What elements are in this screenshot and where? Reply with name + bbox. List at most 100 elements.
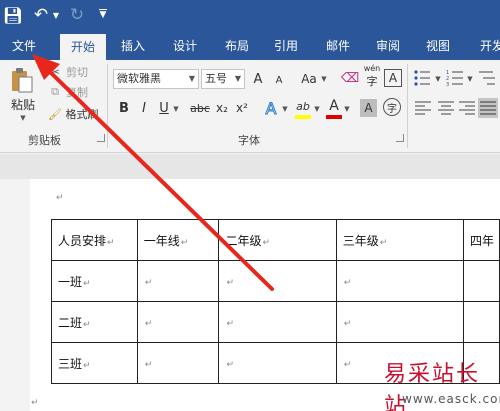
numbering-icon[interactable]: 1 2 3: [446, 69, 466, 87]
underline-dropdown-icon[interactable]: ▼: [172, 100, 180, 118]
tab-insert[interactable]: 插入: [114, 32, 152, 60]
cell-text: 一班: [58, 274, 83, 289]
multilevel-list-icon[interactable]: [477, 69, 497, 87]
align-left-icon[interactable]: [414, 100, 432, 116]
enclose-char-button[interactable]: 字: [383, 98, 401, 116]
paste-icon: [12, 68, 33, 93]
table-cell[interactable]: ↵: [335, 260, 465, 302]
text-effects-dropdown-icon[interactable]: ▼: [281, 100, 289, 118]
phonetic-guide-button[interactable]: wén 字: [361, 64, 383, 88]
font-color-dropdown-icon[interactable]: ▼: [343, 100, 351, 118]
tab-review[interactable]: 审阅: [368, 32, 408, 60]
cell-end-mark: ↵: [144, 319, 153, 329]
clipboard-launcher-icon[interactable]: [97, 134, 105, 142]
cell-end-mark: ↵: [379, 237, 388, 248]
redo-icon[interactable]: ↻: [66, 4, 88, 26]
font-name-combo[interactable]: 微软雅黑 ▼: [113, 69, 199, 89]
shrink-font-button[interactable]: A: [272, 71, 286, 89]
cell-end-mark: ↵: [180, 237, 189, 248]
font-color-swatch: [326, 115, 342, 119]
copy-button[interactable]: 复制: [63, 84, 91, 100]
align-center-icon[interactable]: [437, 100, 455, 116]
change-case-dropdown-icon[interactable]: ▼: [320, 70, 328, 88]
underline-button[interactable]: U: [157, 98, 171, 118]
cell-text: 人员安排: [58, 233, 107, 248]
undo-dropdown-icon[interactable]: ▼: [51, 4, 61, 26]
table-cell[interactable]: [463, 301, 500, 343]
bullets-icon[interactable]: [413, 69, 433, 87]
highlight-button[interactable]: ab: [294, 98, 312, 114]
font-size-combo[interactable]: 五号 ▼: [201, 69, 245, 89]
italic-button[interactable]: I: [137, 98, 151, 118]
cell-end-mark: ↵: [343, 360, 352, 370]
tab-view[interactable]: 视图: [418, 32, 458, 60]
cell-text: 三年级: [342, 233, 379, 248]
table-cell[interactable]: 一年线↵: [136, 219, 220, 261]
save-icon[interactable]: 💾︎: [2, 4, 24, 26]
tab-developer[interactable]: 开发: [472, 32, 500, 60]
cell-end-mark: ↵: [83, 319, 91, 330]
table-cell[interactable]: 三年级↵: [335, 219, 465, 261]
grow-font-button[interactable]: A: [250, 69, 266, 89]
table-cell[interactable]: ↵: [136, 260, 220, 302]
table-cell[interactable]: 四年: [463, 219, 500, 261]
paste-label: 粘贴: [10, 97, 35, 112]
cell-end-mark: ↵: [83, 278, 91, 289]
char-shading-button[interactable]: A: [360, 99, 377, 117]
text-effects-button[interactable]: A: [262, 97, 280, 119]
table-cell[interactable]: ↵: [136, 342, 220, 384]
tab-layout[interactable]: 布局: [218, 32, 256, 60]
paragraph-mark: ↵: [31, 398, 39, 408]
paragraph-mark: ↵: [56, 193, 64, 203]
cell-text: 二年级: [225, 233, 262, 248]
table-cell[interactable]: 三班↵: [51, 342, 138, 384]
customize-qat-icon[interactable]: ▼: [96, 4, 110, 26]
cell-end-mark: ↵: [226, 319, 234, 329]
font-size-value: 五号: [205, 72, 227, 85]
svg-text:3: 3: [446, 82, 449, 87]
cut-button[interactable]: 剪切: [63, 64, 91, 80]
cell-end-mark: ↵: [144, 360, 153, 370]
table-cell[interactable]: 人员安排↵: [51, 219, 138, 261]
tab-design[interactable]: 设计: [166, 32, 204, 60]
paste-button[interactable]: [8, 66, 36, 94]
bullets-dropdown-icon[interactable]: ▼: [434, 71, 442, 87]
bold-button[interactable]: B: [117, 98, 131, 118]
tab-references[interactable]: 引用: [266, 32, 306, 60]
undo-icon[interactable]: ↶: [30, 4, 52, 26]
cut-icon: ✂: [49, 65, 61, 79]
tab-file[interactable]: 文件: [6, 32, 42, 60]
tab-mailings[interactable]: 邮件: [318, 32, 358, 60]
strikethrough-button[interactable]: abc: [188, 98, 212, 118]
clear-formatting-icon[interactable]: ⌫: [341, 68, 359, 88]
highlight-dropdown-icon[interactable]: ▼: [313, 100, 321, 118]
change-case-button[interactable]: Aa: [298, 69, 320, 89]
phonetic-guide-text: wén: [363, 63, 381, 73]
font-color-button[interactable]: A: [326, 98, 342, 114]
justify-icon[interactable]: [478, 98, 498, 118]
table-cell[interactable]: ↵: [218, 342, 337, 384]
cell-end-mark: ↵: [226, 278, 234, 288]
format-painter-button[interactable]: 格式刷: [63, 106, 101, 122]
tab-home[interactable]: 开始: [60, 34, 106, 60]
table-cell[interactable]: 二年级↵: [218, 219, 337, 261]
subscript-button[interactable]: x₂: [214, 98, 230, 118]
table-cell[interactable]: 一班↵: [51, 260, 138, 302]
paste-dropdown-icon[interactable]: ▼: [18, 114, 28, 122]
chevron-down-icon: ▼: [234, 74, 241, 83]
table-cell[interactable]: ↵: [218, 301, 337, 343]
table-cell[interactable]: [463, 260, 500, 302]
table-cell[interactable]: ↵: [218, 260, 337, 302]
table-cell[interactable]: 二班↵: [51, 301, 138, 343]
copy-icon: ⧉: [51, 85, 59, 98]
table-cell[interactable]: ↵: [335, 301, 465, 343]
table-row: 人员安排↵ 一年线↵ 二年级↵ 三年级↵ 四年: [51, 219, 500, 261]
table-cell[interactable]: ↵: [136, 301, 220, 343]
table-row: 一班↵ ↵ ↵ ↵: [51, 260, 500, 302]
font-launcher-icon[interactable]: [396, 134, 404, 142]
align-right-icon[interactable]: [458, 100, 476, 116]
superscript-button[interactable]: x²: [234, 98, 250, 118]
char-border-button[interactable]: A: [384, 69, 402, 87]
numbering-dropdown-icon[interactable]: ▼: [466, 71, 474, 87]
clipboard-group-label: 剪贴板: [28, 134, 61, 147]
